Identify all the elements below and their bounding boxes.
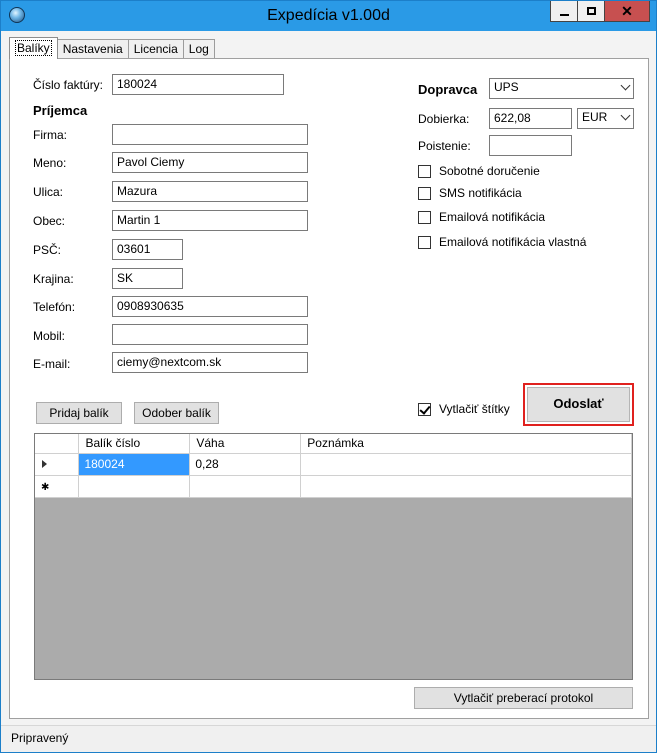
column-header-poznamka[interactable]: Poznámka [300,434,632,454]
status-text: Pripravený [11,731,69,745]
minimize-button[interactable] [550,1,578,22]
cod-label: Dobierka: [418,112,470,126]
psc-label: PSČ: [33,243,62,257]
checkbox-box [418,235,431,249]
row-header-corner[interactable] [35,434,80,454]
main-window: Expedícia v1.00d ✕ Balíky Nastavenia Lic… [0,0,657,753]
invoice-number-input[interactable]: 180024 [112,74,284,95]
row-header[interactable] [35,453,80,476]
new-row-star-icon: ✱ [41,482,50,493]
recipient-heading: Príjemca [33,103,88,118]
krajina-label: Krajina: [33,272,74,286]
checkbox-box [418,186,431,200]
new-cell-vaha[interactable] [189,475,302,498]
cod-input[interactable]: 622,08 [489,108,572,129]
print-protocol-button[interactable]: Vytlačiť preberací protokol [414,687,633,709]
carrier-select[interactable]: UPS [489,78,634,99]
title-bar[interactable]: Expedícia v1.00d ✕ [1,1,656,31]
currency-select[interactable]: EUR [577,108,634,129]
checkmark-icon [418,402,431,416]
grid-header-row: Balík číslo Váha Poznámka [35,434,632,454]
ulica-label: Ulica: [33,185,64,199]
insurance-input[interactable] [489,135,572,156]
ulica-input[interactable]: Mazura [112,181,308,202]
insurance-label: Poistenie: [418,139,471,153]
send-button[interactable]: Odoslať [523,383,634,426]
tab-licencia[interactable]: Licencia [127,39,184,59]
close-button[interactable]: ✕ [604,1,650,22]
print-labels-checkbox[interactable]: Vytlačiť štítky [418,402,510,416]
krajina-input[interactable]: SK [112,268,183,289]
currency-select-value: EUR [582,110,608,124]
tab-strip: Balíky Nastavenia Licencia Log [9,37,215,59]
saturday-delivery-checkbox[interactable]: Sobotné doručenie [418,164,540,178]
mobil-input[interactable] [112,324,308,345]
new-row[interactable]: ✱ [35,475,632,498]
send-button-label: Odoslať [527,387,630,422]
carrier-select-value: UPS [494,80,519,94]
invoice-label: Číslo faktúry: [33,78,104,92]
email-label: E-mail: [33,357,71,371]
tab-baliky[interactable]: Balíky [9,37,58,59]
meno-input[interactable]: Pavol Ciemy [112,152,308,173]
telefon-label: Telefón: [33,300,76,314]
row-header[interactable]: ✱ [35,475,80,498]
psc-input[interactable]: 03601 [112,239,183,260]
email-input[interactable]: ciemy@nextcom.sk [112,352,308,373]
checkbox-box [418,164,431,178]
cell-poznamka[interactable] [300,453,632,476]
mobil-label: Mobil: [33,329,66,343]
table-row[interactable]: 180024 0,28 [35,453,632,476]
current-row-arrow-icon [42,460,47,468]
new-cell-cislo[interactable] [78,475,191,498]
minimize-icon [559,13,569,16]
packages-grid[interactable]: Balík číslo Váha Poznámka 180024 0,28 ✱ [34,433,633,680]
maximize-icon [586,7,596,15]
sms-notification-checkbox[interactable]: SMS notifikácia [418,186,522,200]
status-bar: Pripravený [1,725,656,752]
cell-cislo[interactable]: 180024 [78,453,191,476]
tab-nastavenia[interactable]: Nastavenia [56,39,129,59]
custom-email-notification-checkbox[interactable]: Emailová notifikácia vlastná [418,235,586,249]
column-header-vaha[interactable]: Váha [189,434,302,454]
column-header-cislo[interactable]: Balík číslo [78,434,191,454]
firma-input[interactable] [112,124,308,145]
chevron-down-icon [620,110,631,121]
maximize-button[interactable] [577,1,605,22]
meno-label: Meno: [33,156,67,170]
close-icon: ✕ [621,2,633,19]
firma-label: Firma: [33,128,67,142]
email-notification-checkbox[interactable]: Emailová notifikácia [418,210,545,224]
tab-log[interactable]: Log [182,39,215,59]
carrier-label: Dopravca [418,82,478,97]
telefon-input[interactable]: 0908930635 [112,296,308,317]
chevron-down-icon [620,80,631,91]
packages-table: Balík číslo Váha Poznámka 180024 0,28 ✱ [35,434,632,498]
add-package-button[interactable]: Pridaj balík [36,402,122,424]
window-controls: ✕ [550,1,650,23]
obec-label: Obec: [33,214,66,228]
checkbox-box [418,210,431,224]
remove-package-button[interactable]: Odober balík [134,402,219,424]
new-cell-poznamka[interactable] [300,475,632,498]
cell-vaha[interactable]: 0,28 [189,453,302,476]
obec-input[interactable]: Martin 1 [112,210,308,231]
